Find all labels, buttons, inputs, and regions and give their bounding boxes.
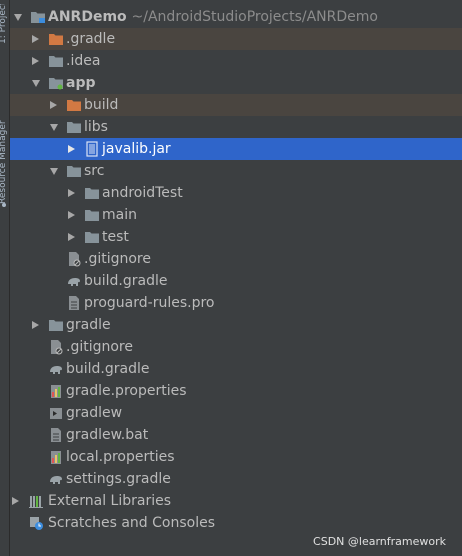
folder-icon xyxy=(67,122,81,133)
tree-item-label: src xyxy=(84,163,105,179)
libraries-icon xyxy=(29,496,43,508)
gradle-elephant-icon xyxy=(50,476,62,484)
tree-row-external-libraries[interactable]: External Libraries xyxy=(10,490,462,512)
scratches-icon xyxy=(30,517,43,530)
expand-arrow-icon[interactable] xyxy=(68,233,75,241)
folder-icon xyxy=(49,56,63,67)
project-name: ANRDemo xyxy=(48,9,127,25)
tree-item-label: test xyxy=(102,229,129,245)
expand-arrow-icon[interactable] xyxy=(32,35,39,43)
project-path: ~/AndroidStudioProjects/ANRDemo xyxy=(131,9,378,25)
folder-icon xyxy=(85,210,99,221)
watermark: CSDN @learnframework xyxy=(313,535,446,548)
tree-row-androidtest[interactable]: androidTest xyxy=(10,182,462,204)
gradle-elephant-icon xyxy=(68,278,80,286)
text-file-icon xyxy=(69,296,79,310)
expand-arrow-icon[interactable] xyxy=(50,124,58,131)
tree-row-app-build-gradle[interactable]: build.gradle xyxy=(10,270,462,292)
expand-arrow-icon[interactable] xyxy=(32,321,39,329)
side-strip-dot xyxy=(2,203,6,207)
expand-arrow-icon[interactable] xyxy=(12,497,19,505)
tree-row-main[interactable]: main xyxy=(10,204,462,226)
tree-row-test[interactable]: test xyxy=(10,226,462,248)
tree-row-gradlew[interactable]: gradlew xyxy=(10,402,462,424)
tree-row-javalib-jar[interactable]: javalib.jar xyxy=(10,138,462,160)
text-file-icon xyxy=(51,428,61,442)
tree-row-libs[interactable]: libs xyxy=(10,116,462,138)
tree-item-label: main xyxy=(102,207,137,223)
tree-item-label: local.properties xyxy=(66,449,175,465)
jar-icon xyxy=(86,141,98,157)
gitignore-file-icon xyxy=(69,252,81,267)
expand-arrow-icon[interactable] xyxy=(68,145,75,153)
tree-item-label: Scratches and Consoles xyxy=(48,515,215,531)
tree-row-build[interactable]: build xyxy=(10,94,462,116)
tree-row-scratches-and-consoles[interactable]: Scratches and Consoles xyxy=(10,512,462,534)
tree-row-root-anrdemo[interactable]: ANRDemo ~/AndroidStudioProjects/ANRDemo xyxy=(10,6,462,28)
tree-item-label: proguard-rules.pro xyxy=(84,295,215,311)
folder-orange-icon xyxy=(67,100,81,111)
module-folder-icon xyxy=(49,78,63,90)
tree-item-label: .gitignore xyxy=(66,339,133,355)
expand-arrow-icon[interactable] xyxy=(32,80,40,87)
tree-row-settings-gradle[interactable]: settings.gradle xyxy=(10,468,462,490)
expand-arrow-icon[interactable] xyxy=(68,189,75,197)
properties-file-icon xyxy=(51,451,61,464)
tree-item-label: .idea xyxy=(66,53,101,69)
tree-row-root-gitignore[interactable]: .gitignore xyxy=(10,336,462,358)
tree-row-app-gitignore[interactable]: .gitignore xyxy=(10,248,462,270)
tree-item-label: .gitignore xyxy=(84,251,151,267)
tree-row-local-properties[interactable]: local.properties xyxy=(10,446,462,468)
tree-item-label: .gradle xyxy=(66,31,116,47)
tree-item-label: javalib.jar xyxy=(102,141,171,157)
folder-icon xyxy=(67,166,81,177)
tree-item-label: androidTest xyxy=(102,185,183,201)
expand-arrow-icon[interactable] xyxy=(50,168,58,175)
tree-item-label: app xyxy=(66,75,96,91)
expand-arrow-icon[interactable] xyxy=(32,57,39,65)
expand-arrow-icon[interactable] xyxy=(50,101,57,109)
project-tool-window: 1: Project Resource Manager ANRDemo ~/An… xyxy=(0,0,462,556)
tree-row-dot-idea[interactable]: .idea xyxy=(10,50,462,72)
tree-item-label: gradle.properties xyxy=(66,383,187,399)
expand-arrow-icon[interactable] xyxy=(14,14,22,21)
module-folder-icon xyxy=(31,12,45,23)
folder-icon xyxy=(85,188,99,199)
tree-item-label: build.gradle xyxy=(66,361,150,377)
gitignore-file-icon xyxy=(51,340,63,355)
tree-row-src[interactable]: src xyxy=(10,160,462,182)
tree-row-dot-gradle[interactable]: .gradle xyxy=(10,28,462,50)
tree-item-label: build xyxy=(84,97,119,113)
tree-row-gradlew-bat[interactable]: gradlew.bat xyxy=(10,424,462,446)
side-tool-strip: 1: Project Resource Manager xyxy=(0,0,10,556)
tree-item-label: build.gradle xyxy=(84,273,168,289)
properties-file-icon xyxy=(51,385,61,398)
expand-arrow-icon[interactable] xyxy=(68,211,75,219)
tree-item-label: External Libraries xyxy=(48,493,171,509)
tree-row-app[interactable]: app xyxy=(10,72,462,94)
tree-row-root-build-gradle[interactable]: build.gradle xyxy=(10,358,462,380)
tree-row-gradle-folder[interactable]: gradle xyxy=(10,314,462,336)
resource-manager-side-tab[interactable]: Resource Manager xyxy=(0,92,8,204)
project-side-tab[interactable]: 1: Project xyxy=(0,4,8,44)
folder-icon xyxy=(85,232,99,243)
tree-item-label: gradlew.bat xyxy=(66,427,149,443)
tree-item-label: gradle xyxy=(66,317,111,333)
project-tree: ANRDemo ~/AndroidStudioProjects/ANRDemo … xyxy=(10,6,462,534)
tree-item-label: libs xyxy=(84,119,108,135)
shell-script-icon xyxy=(50,408,62,419)
tree-item-label: gradlew xyxy=(66,405,123,421)
folder-orange-icon xyxy=(49,34,63,45)
tree-row-proguard-rules[interactable]: proguard-rules.pro xyxy=(10,292,462,314)
gradle-elephant-icon xyxy=(50,366,62,374)
tree-item-label: settings.gradle xyxy=(66,471,171,487)
folder-icon xyxy=(49,320,63,331)
tree-row-gradle-properties[interactable]: gradle.properties xyxy=(10,380,462,402)
